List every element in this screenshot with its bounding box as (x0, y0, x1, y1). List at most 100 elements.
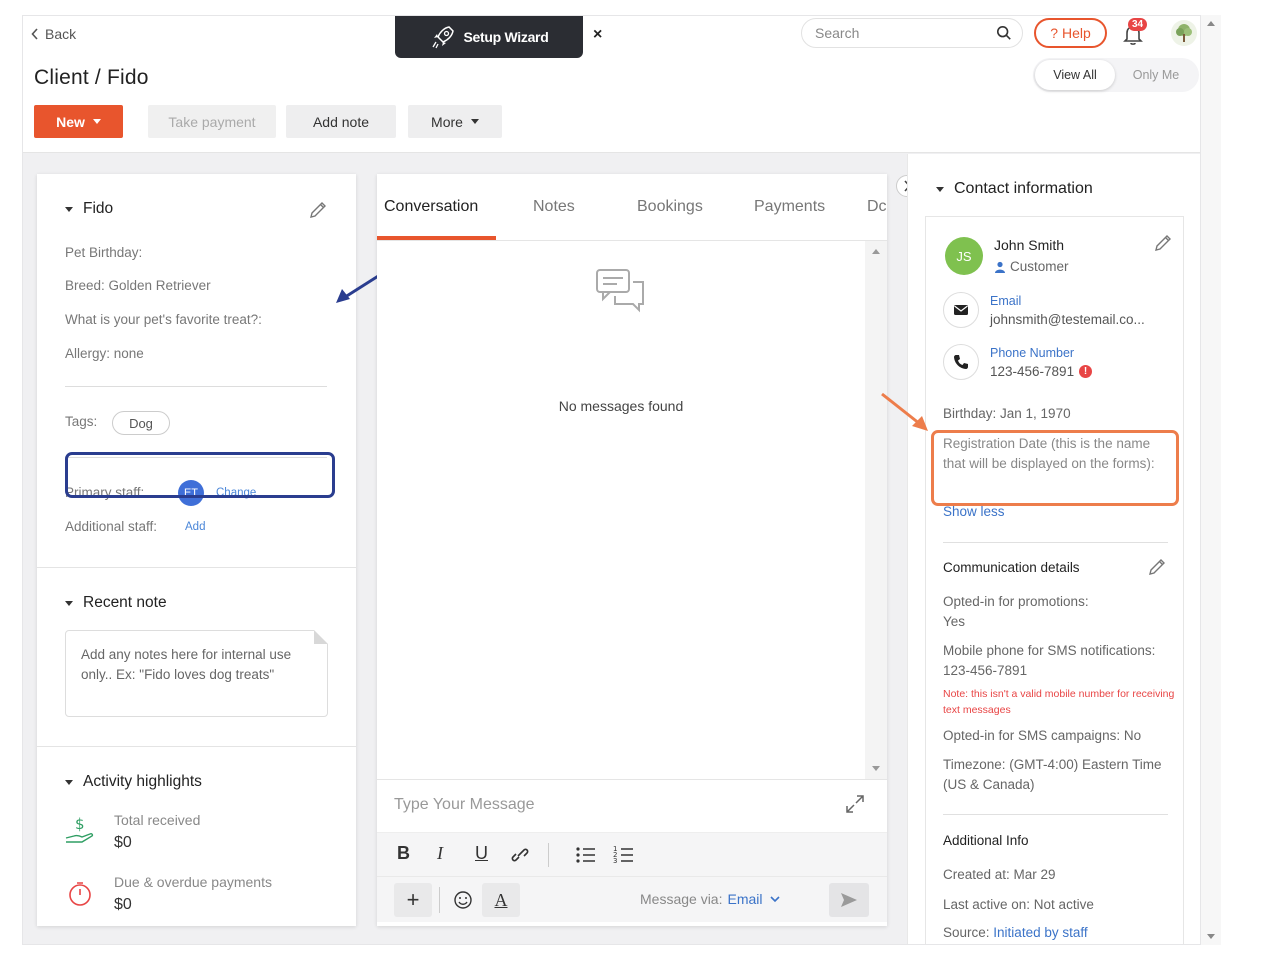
expand-icon[interactable] (844, 793, 866, 815)
add-note-button[interactable]: Add note (286, 105, 396, 138)
page-scrollbar[interactable] (1201, 15, 1221, 945)
toolbar-divider (548, 843, 549, 867)
overdue-label: Due & overdue payments (114, 874, 272, 890)
search-input[interactable] (815, 25, 996, 41)
composer-actions: + A Message via: Email (377, 876, 887, 922)
bold-button[interactable]: B (397, 843, 410, 864)
formatting-toolbar: B I U 1 2 3 (377, 832, 887, 876)
close-wizard-button[interactable]: × (593, 26, 602, 44)
add-attachment-button[interactable]: + (394, 883, 432, 917)
caret-down-icon (65, 206, 73, 212)
empty-state-text: No messages found (558, 398, 684, 414)
pet-section-header[interactable]: Fido (65, 200, 113, 218)
view-all-option[interactable]: View All (1035, 60, 1115, 90)
scroll-up-icon[interactable] (1207, 21, 1215, 26)
contact-title: Contact information (954, 180, 1093, 197)
send-icon (841, 893, 857, 907)
bullet-list-icon[interactable] (575, 845, 597, 865)
back-link[interactable]: Back (31, 26, 76, 42)
message-composer: B I U 1 2 3 + (377, 779, 887, 926)
caret-down-icon (470, 119, 479, 124)
message-via-value: Email (727, 891, 763, 907)
user-avatar[interactable] (1171, 20, 1197, 46)
scroll-down-icon[interactable] (1207, 934, 1215, 939)
message-input[interactable] (394, 796, 814, 814)
tab-bookings[interactable]: Bookings (637, 198, 703, 216)
message-via-selector[interactable]: Message via: Email (640, 891, 782, 907)
send-button[interactable] (829, 883, 869, 917)
additional-info-title: Additional Info (943, 833, 1029, 848)
toolbar-divider (439, 887, 440, 913)
communication-title: Communication details (943, 560, 1080, 575)
italic-button[interactable]: I (437, 843, 443, 864)
tab-documents[interactable]: Dc (867, 198, 887, 216)
activity-header[interactable]: Activity highlights (65, 773, 202, 791)
phone-icon-button[interactable] (943, 344, 979, 380)
sms-warning-note: Note: this isn't a valid mobile number f… (943, 688, 1175, 716)
tab-notes[interactable]: Notes (533, 198, 575, 216)
scroll-up-icon[interactable] (872, 249, 880, 254)
back-label: Back (45, 26, 77, 42)
edit-pencil-icon[interactable] (308, 200, 328, 220)
chevron-left-icon (31, 28, 38, 40)
edit-pencil-icon[interactable] (1153, 233, 1173, 253)
more-label: More (431, 113, 463, 130)
chevron-down-icon (769, 896, 780, 903)
edit-pencil-icon[interactable] (1147, 557, 1167, 577)
tag-chip[interactable]: Dog (112, 411, 170, 435)
pet-name: Fido (83, 200, 114, 217)
only-me-option[interactable]: Only Me (1115, 60, 1197, 90)
email-value[interactable]: johnsmith@testemail.co... (990, 312, 1145, 327)
source-value[interactable]: Initiated by staff (993, 925, 1087, 940)
recent-note-title: Recent note (83, 594, 167, 611)
svg-text:3: 3 (613, 857, 617, 865)
rocket-icon (431, 25, 454, 48)
contact-card: JS John Smith Customer Email johnsmith@t… (925, 216, 1184, 944)
setup-wizard-button[interactable]: Setup Wizard (395, 16, 583, 58)
client-app-window: Back Client / Fido Setup Wizard × ? Help… (22, 15, 1201, 945)
emoji-icon[interactable] (453, 890, 473, 910)
overdue-value: $0 (114, 896, 132, 913)
divider (943, 542, 1168, 543)
take-payment-button[interactable]: Take payment (148, 105, 276, 138)
help-button[interactable]: ? Help (1034, 18, 1107, 48)
message-scrollbar[interactable] (865, 241, 887, 779)
svg-text:$: $ (75, 816, 85, 833)
envelope-icon (954, 305, 968, 315)
active-tab-indicator (377, 236, 496, 240)
annotation-highlight-box-blue (65, 452, 335, 498)
recent-note-header[interactable]: Recent note (65, 594, 167, 612)
recent-note-input[interactable]: Add any notes here for internal use only… (65, 630, 328, 717)
more-button[interactable]: More (408, 105, 502, 138)
pet-favorite-treat-field: What is your pet's favorite treat?: (65, 312, 262, 327)
email-label: Email (990, 294, 1022, 308)
new-label: New (56, 113, 85, 130)
tree-avatar-icon (1176, 24, 1192, 42)
conversation-tabs: Conversation Notes Bookings Payments Dc (377, 174, 887, 241)
divider (65, 386, 327, 387)
notification-badge: 34 (1128, 18, 1148, 31)
page-title: Client / Fido (34, 66, 149, 89)
link-icon[interactable] (509, 845, 531, 865)
total-received-label: Total received (114, 812, 201, 828)
phone-value[interactable]: 123-456-7891 (990, 364, 1074, 379)
contact-avatar: JS (945, 237, 983, 275)
add-staff-link[interactable]: Add (185, 521, 205, 533)
caret-down-icon (65, 779, 73, 785)
additional-staff-label: Additional staff: (65, 519, 158, 534)
contact-section-header[interactable]: Contact information (936, 180, 1093, 198)
tab-conversation[interactable]: Conversation (384, 198, 478, 216)
underline-button[interactable]: U (475, 843, 488, 864)
new-button[interactable]: New (34, 105, 123, 138)
annotation-arrow-icon (881, 392, 928, 431)
numbered-list-icon[interactable]: 1 2 3 (613, 844, 635, 866)
email-icon-button[interactable] (943, 292, 979, 328)
text-color-icon: A (494, 889, 508, 910)
tab-payments[interactable]: Payments (754, 198, 825, 216)
total-received-value: $0 (114, 834, 132, 851)
text-color-button[interactable]: A (482, 883, 520, 917)
pet-breed-field: Breed: Golden Retriever (65, 278, 211, 293)
search-icon[interactable] (996, 24, 1012, 42)
scroll-down-icon[interactable] (872, 766, 880, 771)
phone-row: 123-456-7891 ! (990, 364, 1093, 379)
